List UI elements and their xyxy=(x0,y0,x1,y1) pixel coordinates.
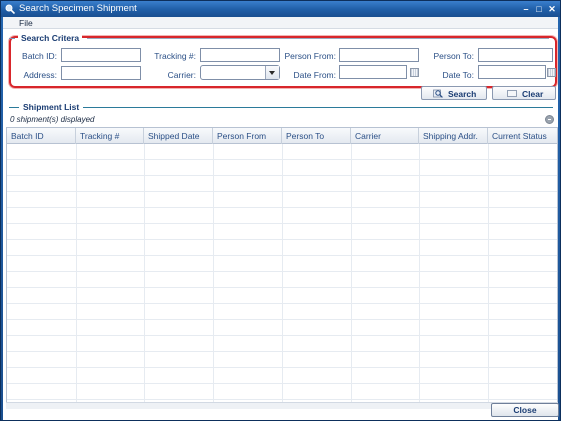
legend-line xyxy=(9,38,15,39)
empty-table-row xyxy=(7,368,557,384)
tracking-label: Tracking #: xyxy=(154,51,196,61)
person-to-label: Person To: xyxy=(433,51,474,61)
carrier-dropdown-button[interactable] xyxy=(265,66,279,79)
calendar-icon[interactable] xyxy=(547,68,556,77)
horizontal-scrollbar[interactable] xyxy=(6,402,558,409)
empty-table-row xyxy=(7,208,557,224)
batch-id-field[interactable] xyxy=(61,48,141,62)
address-field[interactable] xyxy=(61,66,141,80)
search-criteria-panel xyxy=(9,36,557,88)
batch-id-label: Batch ID: xyxy=(22,51,57,61)
search-criteria-legend: Search Critera xyxy=(18,33,83,43)
column-header-current-status[interactable]: Current Status xyxy=(488,128,557,144)
search-button-label: Search xyxy=(448,89,477,99)
date-to-field[interactable] xyxy=(478,65,546,79)
shipment-list-legend: Shipment List xyxy=(23,102,80,112)
column-header-carrier[interactable]: Carrier xyxy=(351,128,419,144)
empty-table-row xyxy=(7,320,557,336)
table-header: Batch ID Tracking # Shipped Date Person … xyxy=(7,128,557,144)
column-header-batch-id[interactable]: Batch ID xyxy=(7,128,76,144)
date-from-label: Date From: xyxy=(293,70,336,80)
person-from-field[interactable] xyxy=(339,48,419,62)
tracking-field[interactable] xyxy=(200,48,280,62)
column-header-shipped-date[interactable]: Shipped Date xyxy=(144,128,213,144)
column-header-tracking[interactable]: Tracking # xyxy=(76,128,144,144)
empty-table-row xyxy=(7,384,557,400)
date-to-label: Date To: xyxy=(442,70,474,80)
divider xyxy=(87,38,549,39)
person-from-label: Person From: xyxy=(284,51,337,61)
clear-button-label: Clear xyxy=(522,89,544,99)
legend-line xyxy=(9,107,19,108)
collapse-icon[interactable] xyxy=(545,115,554,124)
maximize-button[interactable]: □ xyxy=(534,4,544,14)
title-bar[interactable]: Search Specimen Shipment – □ ✕ xyxy=(1,1,560,17)
empty-table-row xyxy=(7,352,557,368)
calendar-icon[interactable] xyxy=(410,68,419,77)
column-header-person-from[interactable]: Person From xyxy=(213,128,282,144)
window-title: Search Specimen Shipment xyxy=(19,3,137,14)
app-window: Search Specimen Shipment – □ ✕ File Sear… xyxy=(0,0,561,421)
date-from-field[interactable] xyxy=(339,65,407,79)
shipment-count: 0 shipment(s) displayed xyxy=(10,115,95,124)
empty-table-row xyxy=(7,160,557,176)
magnifier-icon xyxy=(5,4,15,14)
divider xyxy=(83,107,553,108)
chevron-down-icon xyxy=(269,71,275,75)
minimize-button[interactable]: – xyxy=(521,4,531,14)
column-header-person-to[interactable]: Person To xyxy=(282,128,351,144)
close-button[interactable]: Close xyxy=(491,403,559,417)
carrier-select[interactable] xyxy=(200,65,280,80)
dialog-body: File Search Critera Batch ID: Tracking #… xyxy=(3,17,559,420)
table-body xyxy=(7,144,557,408)
empty-table-row xyxy=(7,288,557,304)
empty-table-row xyxy=(7,256,557,272)
menu-bar: File xyxy=(3,17,558,29)
search-icon xyxy=(433,89,443,98)
carrier-label: Carrier: xyxy=(167,70,196,80)
empty-table-row xyxy=(7,272,557,288)
menu-file[interactable]: File xyxy=(19,18,33,28)
address-label: Address: xyxy=(23,70,57,80)
empty-table-row xyxy=(7,176,557,192)
empty-table-row xyxy=(7,336,557,352)
person-to-field[interactable] xyxy=(478,48,553,62)
empty-table-row xyxy=(7,224,557,240)
clear-button[interactable]: Clear xyxy=(492,86,556,100)
empty-table-row xyxy=(7,192,557,208)
column-header-shipping-addr[interactable]: Shipping Addr. xyxy=(419,128,488,144)
empty-table-row xyxy=(7,304,557,320)
eraser-icon xyxy=(507,90,517,97)
close-window-button[interactable]: ✕ xyxy=(547,4,557,14)
empty-table-row xyxy=(7,144,557,160)
search-button[interactable]: Search xyxy=(421,86,487,100)
empty-table-row xyxy=(7,240,557,256)
shipment-table[interactable]: Batch ID Tracking # Shipped Date Person … xyxy=(6,127,558,409)
